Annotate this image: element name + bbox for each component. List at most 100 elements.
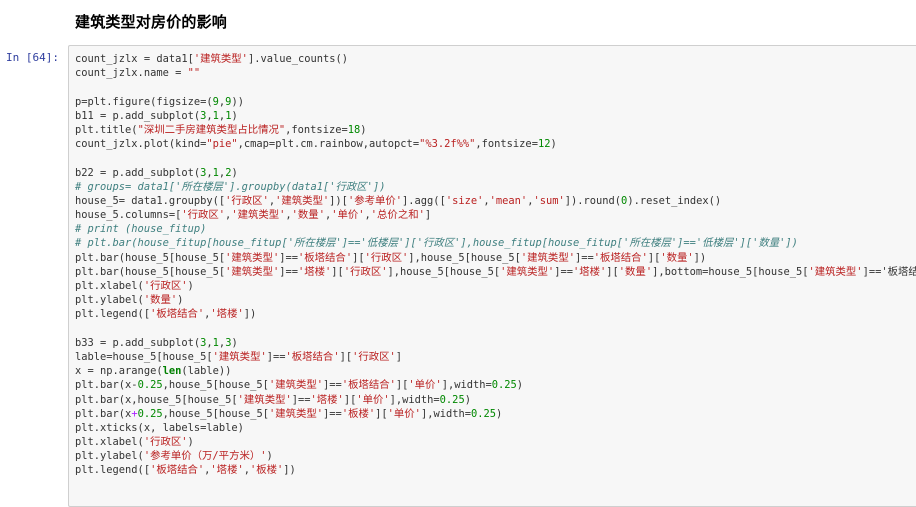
code-token: ],house_5[house_5[ [408,251,521,264]
code-token: plt.xticks(x, labels=lable) [75,421,244,434]
code-token: '行政区' [143,436,188,449]
code-token: ][ [352,251,365,264]
code-token: '建筑类型' [212,350,267,363]
code-token: ]) [243,308,257,321]
code-token: '塔楼' [210,308,244,321]
code-token: 18 [347,123,361,136]
code-line: plt.legend(['板塔结合','塔楼','板楼']) [75,463,916,477]
code-token: # plt.bar(house_fitup[house_fitup['所在楼层'… [75,237,798,250]
code-token: '塔楼' [210,464,244,477]
code-token: '单价' [408,379,442,392]
code-token: ]) [693,251,707,264]
code-token: plt.bar(house_5[house_5[ [75,265,226,278]
code-token: ) [464,393,471,406]
code-token: '行政区' [181,209,226,222]
code-token: b33 = p.add_subplot( [75,336,201,349]
code-token: '单价' [356,393,390,406]
code-token: 0.25 [470,407,497,420]
code-token: plt.bar(x [75,407,132,420]
code-token: '建筑类型' [520,251,575,264]
cell-input-prompt: In [64]: [6,51,59,64]
code-token: '参考单价（万/平方米）' [143,450,267,463]
code-line: x = np.arange(len(lable)) [75,364,916,378]
code-token: ,fontsize= [285,123,348,136]
code-token: ]== [291,393,311,406]
code-token: ) [266,450,273,463]
code-token: 'size' [445,194,484,207]
code-token: ][ [339,350,353,363]
code-token: '建筑类型' [500,265,555,278]
code-line: p=plt.figure(figsize=(9,9)) [75,95,916,109]
code-token: 'sum' [533,194,565,207]
code-token: house_5= data1.groupby([ [75,194,226,207]
code-token: ][ [647,251,661,264]
code-token: '建筑类型' [225,265,280,278]
code-token: ) [496,407,503,420]
code-token: 0.25 [491,379,517,392]
code-token: '数量' [143,294,178,307]
code-token: '行政区' [352,350,396,363]
code-token: ]== [323,379,342,392]
code-token: '建筑类型' [225,251,280,264]
code-token: ) [177,294,184,307]
code-token: b22 = p.add_subplot( [75,166,201,179]
code-token: ][ [395,379,409,392]
code-token: # print (house_fitup) [75,223,207,236]
code-token: '塔楼' [310,393,344,406]
code-token: 0.25 [439,393,465,406]
code-line: plt.bar(house_5[house_5['建筑类型']=='塔楼']['… [75,265,916,279]
code-token: ][ [343,393,357,406]
code-token: "pie" [206,138,238,151]
code-token: ],width= [389,393,440,406]
code-token: 12 [537,138,551,151]
code-token: ] [395,350,403,363]
code-cell[interactable]: count_jzlx = data1['建筑类型'].value_counts(… [68,45,916,507]
code-token: plt.ylabel( [75,450,144,463]
code-token: plt.bar(x,house_5[house_5[ [75,393,238,406]
code-token: b11 = p.add_subplot( [75,109,201,122]
code-line: b22 = p.add_subplot(3,1,2) [75,166,916,180]
code-token: '板楼' [249,464,284,477]
code-editor[interactable]: count_jzlx = data1['建筑类型'].value_counts(… [69,46,916,478]
code-token: '单价' [331,209,365,222]
code-token: '参考单价' [347,194,403,207]
code-line: plt.ylabel('参考单价（万/平方米）') [75,449,916,463]
code-token: ) [231,166,238,179]
code-token: '板楼' [341,407,376,420]
code-token: ,cmap=plt.cm.rainbow,autopct= [237,138,420,151]
code-token: count_jzlx = data1[ [75,53,194,65]
code-line: plt.xlabel('行政区') [75,279,916,293]
code-line: plt.ylabel('数量') [75,293,916,307]
code-token: (lable)) [181,365,232,378]
code-token: ],width= [441,379,492,392]
code-token: ) [231,109,238,122]
code-token: '数量' [660,251,694,264]
code-token: plt.bar(x- [75,379,138,392]
code-token: plt.bar(house_5[house_5[ [75,251,226,264]
code-token: '数量' [291,209,325,222]
code-token: 0.25 [137,407,163,420]
code-token: ][ [606,265,619,278]
code-token: ]== [266,350,286,363]
code-token: ,house_5[house_5[ [162,407,269,420]
code-line: house_5= data1.groupby(['行政区','建筑类型'])['… [75,194,916,208]
code-token: ) [550,138,557,151]
code-token: ]== [862,265,882,278]
code-line: lable=house_5[house_5['建筑类型']=='板塔结合']['… [75,350,916,364]
code-token: 0.25 [137,379,163,392]
code-token: count_jzlx.plot(kind= [75,138,207,151]
code-token: plt.title( [75,123,138,136]
code-token: '建筑类型' [193,53,248,65]
code-line: plt.xticks(x, labels=lable) [75,421,916,435]
code-token: "" [187,67,201,80]
code-line: plt.xlabel('行政区') [75,435,916,449]
code-token: '建筑类型' [231,209,286,222]
code-token: plt.xlabel( [75,436,144,449]
code-token: plt.xlabel( [75,280,144,292]
code-token: ],width= [420,407,471,420]
code-line: plt.bar(x-0.25,house_5[house_5['建筑类型']==… [75,378,916,392]
code-token: ]== [323,407,342,420]
code-token: count_jzlx.name = [75,67,188,80]
